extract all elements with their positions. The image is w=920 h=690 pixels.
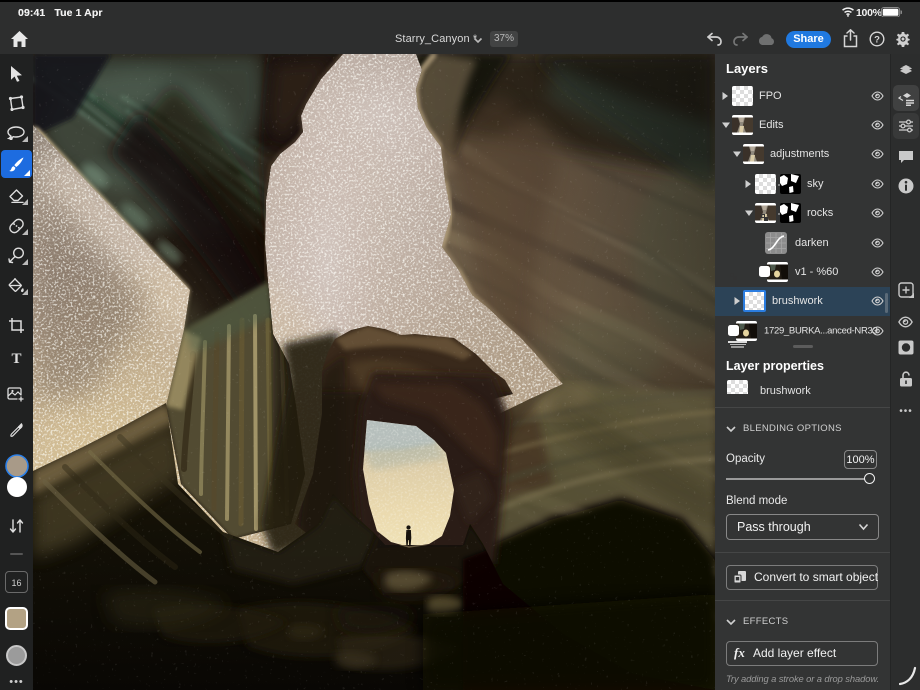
svg-text:?: ? <box>874 34 880 45</box>
